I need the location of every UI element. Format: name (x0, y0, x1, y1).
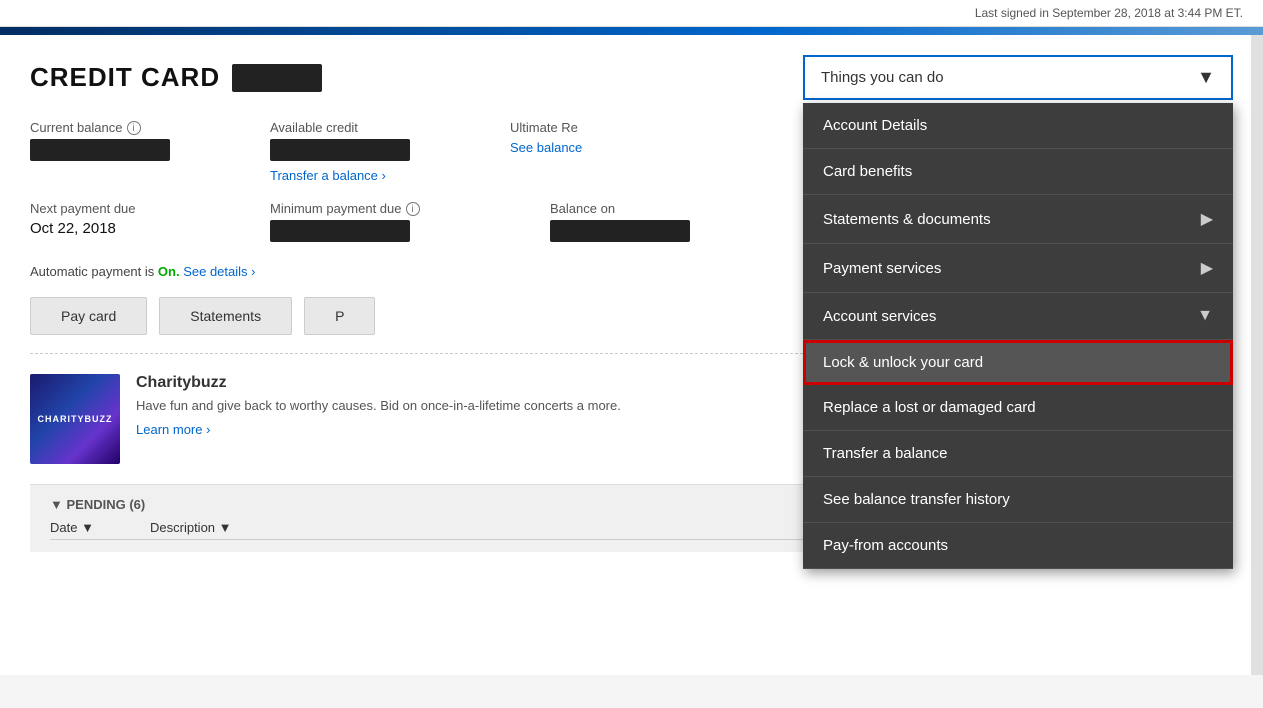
credit-card-title: CREDIT CARD (30, 62, 322, 93)
col-date[interactable]: Date ▼ (50, 520, 130, 535)
min-payment-label: Minimum payment due i (270, 201, 530, 216)
dropdown-label-replace-card: Replace a lost or damaged card (823, 399, 1036, 416)
dropdown-menu: Account Details Card benefits Statements… (803, 103, 1233, 569)
transfer-balance-link[interactable]: Transfer a balance › (270, 168, 386, 183)
min-payment-value-mask (270, 220, 410, 242)
current-balance-label: Current balance i (30, 120, 250, 135)
balance-on-value-mask (550, 220, 690, 242)
charity-description: Have fun and give back to worthy causes.… (136, 398, 621, 413)
page-title: CREDIT CARD (30, 62, 220, 93)
auto-on-status: On. (158, 264, 180, 279)
arrow-icon-account-services: ▼ (1197, 307, 1213, 325)
third-action-button[interactable]: P (304, 297, 375, 335)
available-credit-section: Available credit Transfer a balance › (270, 120, 490, 183)
info-icon-balance[interactable]: i (127, 121, 141, 135)
available-credit-label: Available credit (270, 120, 490, 135)
dropdown-label-account-services: Account services (823, 308, 936, 325)
things-dropdown-button[interactable]: Things you can do ▼ (803, 55, 1233, 100)
dropdown-item-transfer-balance[interactable]: Transfer a balance (803, 431, 1233, 477)
learn-more-link[interactable]: Learn more › (136, 422, 210, 437)
next-payment-section: Next payment due Oct 22, 2018 (30, 201, 250, 248)
current-balance-section: Current balance i (30, 120, 250, 183)
dropdown-label-transfer-balance: Transfer a balance (823, 445, 948, 462)
info-icon-min-payment[interactable]: i (406, 202, 420, 216)
dropdown-button-label: Things you can do (821, 69, 944, 86)
dropdown-label-statements-documents: Statements & documents (823, 211, 991, 228)
charity-content: Charitybuzz Have fun and give back to wo… (136, 374, 621, 437)
statements-button[interactable]: Statements (159, 297, 292, 335)
pay-card-button[interactable]: Pay card (30, 297, 147, 335)
page-header: CREDIT CARD Things you can do ▼ (30, 55, 1233, 100)
card-number-mask (232, 64, 322, 92)
dropdown-label-lock-unlock: Lock & unlock your card (823, 354, 983, 371)
dropdown-item-account-details[interactable]: Account Details (803, 103, 1233, 149)
last-signed-text: Last signed in September 28, 2018 at 3:4… (975, 6, 1243, 20)
available-credit-value-mask (270, 139, 410, 161)
chevron-down-icon: ▼ (1197, 67, 1215, 88)
next-payment-date: Oct 22, 2018 (30, 220, 250, 237)
current-balance-value-mask (30, 139, 170, 161)
charity-image: CHARITYBUZZ (30, 374, 120, 464)
next-payment-label: Next payment due (30, 201, 250, 216)
arrow-icon-statements: ▶ (1201, 209, 1213, 229)
see-balance-link[interactable]: See balance (510, 140, 582, 155)
see-details-link[interactable]: See details › (183, 264, 255, 279)
dropdown-item-payment-services[interactable]: Payment services ▶ (803, 244, 1233, 293)
dropdown-label-payment-services: Payment services (823, 260, 941, 277)
top-bar: Last signed in September 28, 2018 at 3:4… (0, 0, 1263, 27)
scrollbar[interactable] (1251, 35, 1263, 675)
dropdown-label-card-benefits: Card benefits (823, 163, 912, 180)
dropdown-item-card-benefits[interactable]: Card benefits (803, 149, 1233, 195)
dropdown-item-pay-from-accounts[interactable]: Pay-from accounts (803, 523, 1233, 569)
blue-stripe (0, 27, 1263, 35)
min-payment-section: Minimum payment due i (270, 201, 530, 248)
dropdown-item-account-services[interactable]: Account services ▼ (803, 293, 1233, 340)
dropdown-item-statements-documents[interactable]: Statements & documents ▶ (803, 195, 1233, 244)
charity-img-label: CHARITYBUZZ (38, 414, 113, 424)
dropdown-item-replace-card[interactable]: Replace a lost or damaged card (803, 385, 1233, 431)
arrow-icon-payment: ▶ (1201, 258, 1213, 278)
col-description[interactable]: Description ▼ (150, 520, 232, 535)
dropdown-item-see-balance-history[interactable]: See balance transfer history (803, 477, 1233, 523)
charity-name: Charitybuzz (136, 374, 621, 392)
dropdown-label-account-details: Account Details (823, 117, 927, 134)
dropdown-label-pay-from-accounts: Pay-from accounts (823, 537, 948, 554)
main-container: CREDIT CARD Things you can do ▼ Current … (0, 35, 1263, 675)
dropdown-item-lock-unlock[interactable]: Lock & unlock your card (803, 340, 1233, 385)
dropdown-label-see-balance-history: See balance transfer history (823, 491, 1010, 508)
